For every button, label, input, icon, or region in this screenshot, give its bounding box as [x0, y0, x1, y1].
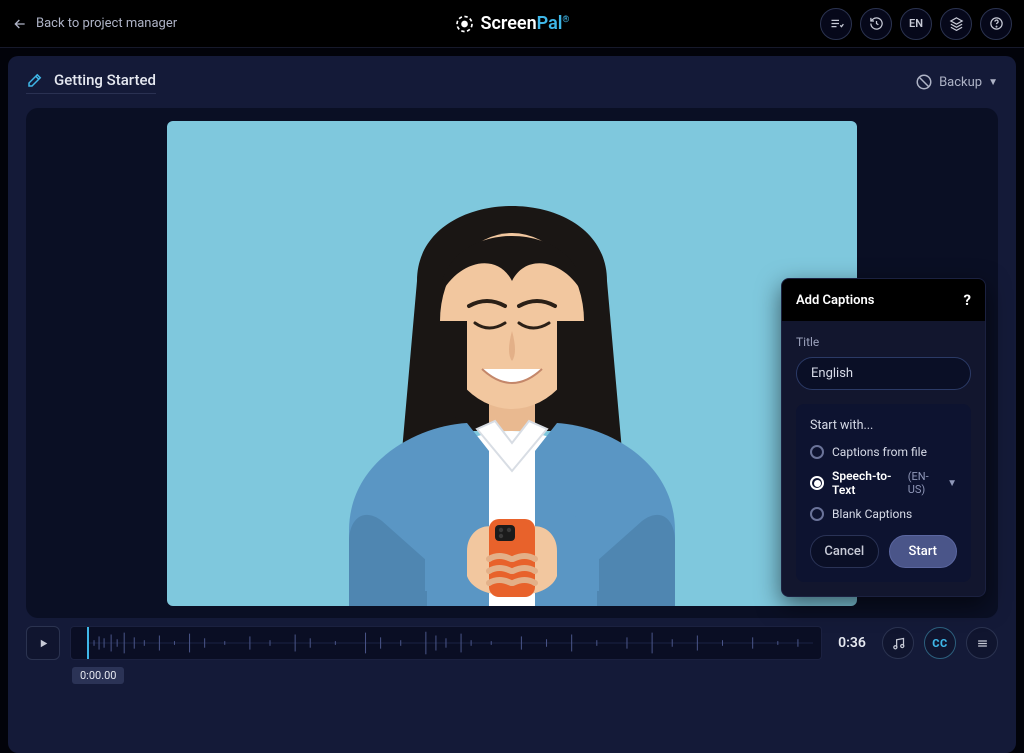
playhead-time-chip: 0:00.00: [72, 667, 124, 684]
music-button[interactable]: [882, 627, 914, 659]
project-title: Getting Started: [54, 71, 156, 89]
option-captions-from-file[interactable]: Captions from file: [810, 445, 957, 459]
option-blank-captions[interactable]: Blank Captions: [810, 507, 957, 521]
radio-icon: [810, 507, 824, 521]
brand-icon: [455, 14, 475, 34]
playhead[interactable]: [87, 627, 89, 659]
back-label: Back to project manager: [36, 16, 177, 31]
history-button[interactable]: [860, 8, 892, 40]
timeline-menu-button[interactable]: [966, 627, 998, 659]
radio-icon: [810, 445, 824, 459]
project-title-wrap[interactable]: Getting Started: [26, 71, 156, 94]
language-label: EN: [909, 17, 923, 30]
help-button[interactable]: [980, 8, 1012, 40]
cancel-button[interactable]: Cancel: [810, 535, 879, 568]
duration-label: 0:36: [832, 635, 872, 651]
history-icon: [869, 16, 884, 31]
list-check-icon: [829, 16, 844, 31]
radio-icon: [810, 476, 824, 490]
chevron-down-icon: ▼: [988, 77, 998, 88]
play-icon: [37, 637, 50, 650]
menu-icon: [975, 636, 990, 651]
panel-title: Add Captions: [796, 293, 874, 308]
backup-label: Backup: [939, 75, 982, 90]
stt-language-label: (EN-US): [908, 470, 939, 496]
arrow-left-icon: [12, 16, 28, 32]
brand-logo: ScreenPal®: [455, 13, 570, 34]
waveform-graphic: [89, 627, 813, 659]
music-icon: [891, 636, 906, 651]
chevron-down-icon[interactable]: ▼: [947, 478, 957, 489]
caption-title-input[interactable]: [796, 357, 971, 390]
start-with-label: Start with...: [810, 418, 957, 433]
title-field-label: Title: [796, 335, 971, 349]
add-captions-panel: Add Captions ? Title Start with... Capti…: [781, 278, 986, 597]
layers-button[interactable]: [940, 8, 972, 40]
start-button[interactable]: Start: [889, 535, 958, 568]
edit-icon: [26, 71, 44, 89]
question-icon: [989, 16, 1004, 31]
option-speech-to-text[interactable]: Speech-to-Text (EN-US) ▼: [810, 469, 957, 497]
no-backup-icon: [915, 73, 933, 91]
play-button[interactable]: [26, 626, 60, 660]
panel-help-button[interactable]: ?: [964, 291, 971, 309]
language-button[interactable]: EN: [900, 8, 932, 40]
list-button[interactable]: [820, 8, 852, 40]
back-button[interactable]: Back to project manager: [12, 16, 177, 32]
video-frame: [167, 121, 857, 606]
captions-button[interactable]: CC: [924, 627, 956, 659]
layers-icon: [949, 16, 964, 31]
timeline-waveform[interactable]: [70, 626, 822, 660]
cc-label: CC: [932, 637, 947, 650]
backup-menu[interactable]: Backup ▼: [915, 73, 998, 91]
